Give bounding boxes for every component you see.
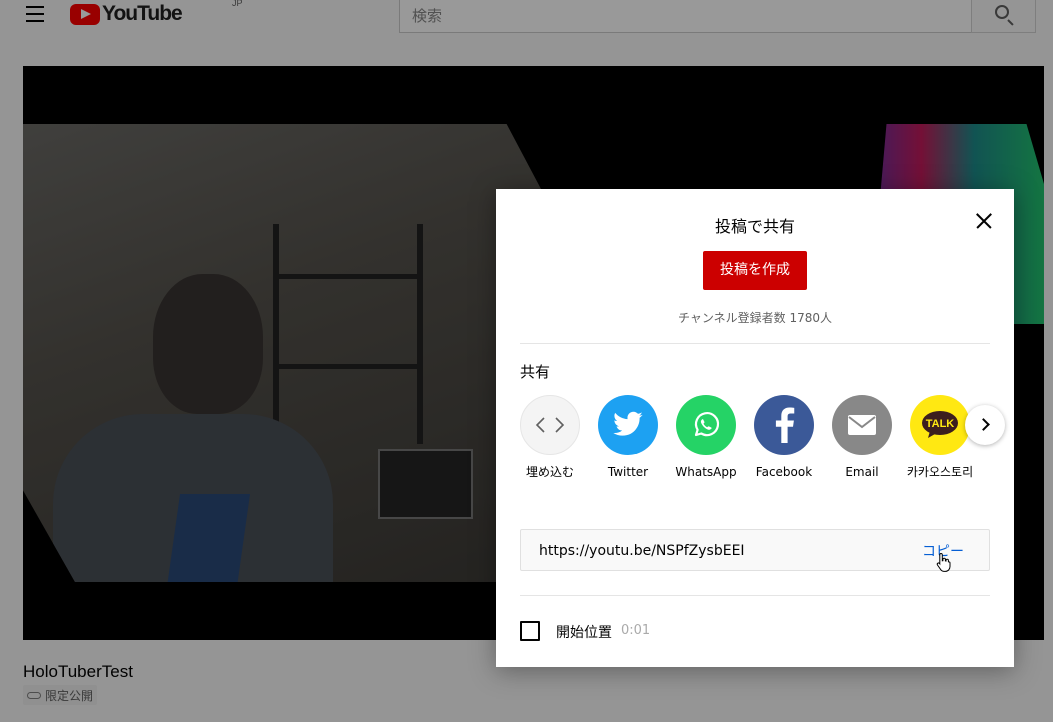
share-label: 埋め込む	[525, 465, 574, 479]
share-label: Email	[845, 465, 879, 479]
twitter-icon	[598, 395, 658, 455]
subscriber-count: チャンネル登録者数 1780人	[678, 311, 832, 325]
share-dialog: 投稿で共有 投稿を作成 チャンネル登録者数 1780人 共有 埋め込む Twit…	[496, 189, 1014, 667]
share-url: https://youtu.be/NSPfZysbEEI	[539, 543, 745, 559]
start-at-time[interactable]: 0:01	[621, 623, 650, 638]
share-embed[interactable]: 埋め込む	[520, 395, 589, 481]
share-whatsapp[interactable]: WhatsApp	[667, 395, 745, 481]
share-label: 카카오스토리	[906, 465, 974, 479]
whatsapp-icon	[676, 395, 736, 455]
start-at-checkbox[interactable]	[520, 621, 540, 641]
facebook-icon	[754, 395, 814, 455]
chevron-right-icon	[977, 418, 990, 431]
hand-cursor-icon	[936, 552, 951, 572]
embed-icon	[520, 395, 580, 455]
dialog-title: 投稿で共有	[714, 217, 795, 236]
share-targets: 埋め込む Twitter WhatsApp Facebook Email TAL…	[520, 395, 990, 505]
share-label: Twitter	[607, 465, 649, 479]
email-icon	[832, 395, 892, 455]
share-twitter[interactable]: Twitter	[589, 395, 667, 481]
start-at-label: 開始位置	[556, 625, 612, 641]
close-icon[interactable]	[970, 207, 998, 235]
share-kakaostory[interactable]: TALK 카카오스토리	[901, 395, 979, 481]
divider	[520, 595, 990, 596]
share-section-label: 共有	[520, 363, 551, 381]
next-arrow-button[interactable]	[965, 405, 1005, 445]
share-label: WhatsApp	[675, 465, 737, 479]
create-post-button[interactable]: 投稿を作成	[703, 251, 807, 290]
divider	[520, 343, 990, 344]
share-url-box[interactable]: https://youtu.be/NSPfZysbEEI コピー	[520, 529, 990, 571]
svg-text:TALK: TALK	[926, 418, 955, 430]
share-email[interactable]: Email	[823, 395, 901, 481]
kakaotalk-icon: TALK	[910, 395, 970, 455]
share-facebook[interactable]: Facebook	[745, 395, 823, 481]
share-label: Facebook	[755, 465, 813, 479]
